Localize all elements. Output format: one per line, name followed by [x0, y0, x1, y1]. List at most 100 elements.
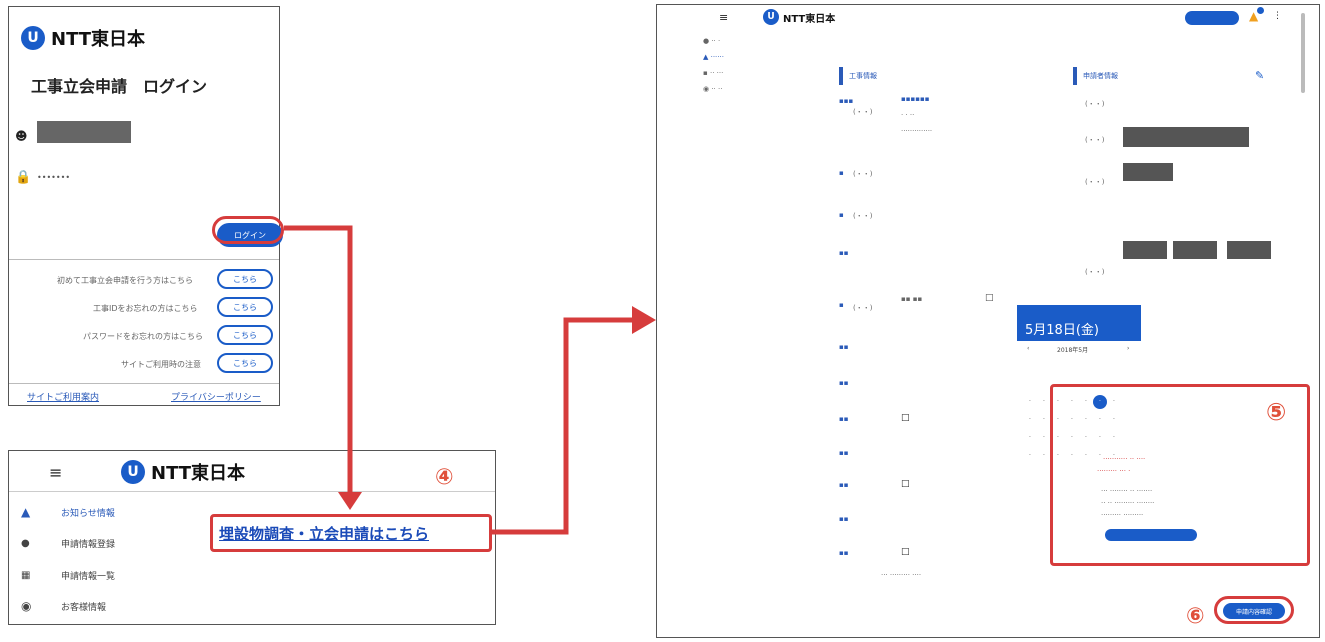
calendar-icon[interactable]: □	[901, 479, 910, 489]
hamburger-icon[interactable]: ≡	[719, 11, 728, 24]
site-guide-link[interactable]: サイトご利用案内	[27, 390, 99, 403]
login-panel: ᑌ NTT東日本 工事立会申請 ログイン ☻ 🔒 ••••••• ログイン 初め…	[8, 6, 283, 406]
submit-highlight	[1214, 596, 1294, 624]
menu-dots-icon[interactable]: ⋮	[1273, 11, 1282, 21]
arrow-head-right	[632, 306, 656, 334]
required-badge: (・・)	[853, 304, 873, 312]
ntt-logo-icon: ᑌ	[121, 460, 145, 484]
redacted-field	[1123, 241, 1167, 259]
field-label: ▪▪	[839, 449, 849, 457]
section-title-work: 工事情報	[849, 72, 877, 80]
step-4-label: ④	[435, 465, 454, 490]
nav-item-label: お知らせ情報	[61, 508, 115, 519]
forgot-id-button[interactable]: こちら	[217, 297, 273, 317]
redacted-field	[1173, 241, 1217, 259]
field-label: ▪	[839, 211, 844, 219]
field-label: ▪▪	[839, 379, 849, 387]
page-title: 工事立会申請 ログイン	[31, 77, 208, 96]
section-marker	[839, 67, 843, 85]
footer-note: ··· ········· ····	[881, 571, 922, 579]
account-icon: ◉	[21, 599, 32, 613]
register-icon: ●	[21, 538, 30, 549]
side-nav-item[interactable]: ◉ ·· ··	[703, 85, 722, 93]
field-label: ▪▪	[839, 515, 849, 523]
ntt-logo-icon: ᑌ	[21, 26, 45, 50]
ntt-logo: ᑌ NTT東日本	[21, 25, 145, 51]
date-picker-selected-date: 5月18日(金)	[1025, 323, 1099, 338]
required-badge: (・・)	[1085, 136, 1105, 144]
side-nav-item[interactable]: ▲ ······	[703, 53, 724, 61]
user-id-field[interactable]	[37, 121, 131, 143]
calendar-icon[interactable]: □	[901, 413, 910, 423]
edit-icon[interactable]: ✎	[1255, 69, 1264, 82]
field-value: · · ··	[901, 111, 915, 119]
brand-name: NTT東日本	[51, 29, 146, 50]
side-nav-item[interactable]: ▪ ·· ···	[703, 69, 723, 77]
ntt-logo: ᑌ NTT東日本	[121, 459, 245, 485]
field-label: ▪▪	[839, 481, 849, 489]
ntt-logo-icon: ᑌ	[763, 9, 779, 25]
section-marker	[1073, 67, 1077, 85]
ntt-logo: ᑌ NTT東日本	[763, 9, 835, 25]
required-badge: (・・)	[853, 212, 873, 220]
redacted-field	[1123, 163, 1173, 181]
nav-item-customer[interactable]: ◉ お客様情報	[21, 599, 106, 613]
required-badge: (・・)	[1085, 100, 1105, 108]
link-label-forgot-password: パスワードをお忘れの方はこちら	[83, 332, 203, 341]
nav-item-notice[interactable]: ▲ お知らせ情報	[21, 505, 115, 519]
field-label: ▪▪	[839, 549, 849, 557]
field-label: ▪▪	[839, 415, 849, 423]
nav-item-label: お客様情報	[61, 602, 107, 613]
link-label-forgot-id: 工事IDをお忘れの方はこちら	[93, 304, 198, 313]
field-label: ▪▪	[839, 249, 849, 257]
scrollbar[interactable]	[1301, 13, 1305, 93]
link-label-notes: サイトご利用時の注意	[121, 360, 201, 369]
brand-name: NTT東日本	[783, 13, 836, 25]
forgot-password-button[interactable]: こちら	[217, 325, 273, 345]
date-input[interactable]: ▪▪ ▪▪	[901, 295, 922, 303]
divider	[9, 259, 279, 260]
calendar-icon[interactable]: □	[985, 293, 994, 303]
side-nav-item[interactable]: ● ·· ·	[703, 37, 720, 45]
brand-name: NTT東日本	[151, 463, 246, 484]
field-label: ▪	[839, 169, 844, 177]
required-badge: (・・)	[853, 108, 873, 116]
field-value: ··············	[901, 127, 933, 135]
step-5-label: ⑤	[1266, 398, 1287, 426]
notification-badge	[1257, 7, 1264, 14]
menu-divider	[9, 491, 495, 492]
field-value: ▪▪▪▪▪▪	[901, 95, 930, 103]
section-title-applicant: 申請者情報	[1083, 72, 1118, 80]
next-month-icon[interactable]: ›	[1127, 345, 1129, 352]
password-field[interactable]: •••••••	[37, 173, 70, 182]
nav-item-list[interactable]: ▦ 申請情報一覧	[21, 569, 115, 582]
month-label: 2018年5月	[1057, 347, 1089, 354]
notes-button[interactable]: こちら	[217, 353, 273, 373]
field-label: ▪	[839, 301, 844, 309]
list-icon: ▦	[21, 570, 31, 581]
required-badge: (・・)	[1085, 178, 1105, 186]
required-badge: (・・)	[1085, 268, 1105, 276]
prev-month-icon[interactable]: ‹	[1027, 345, 1029, 352]
login-highlight	[212, 216, 284, 244]
field-label: ▪▪▪	[839, 97, 854, 105]
required-badge: (・・)	[853, 170, 873, 178]
redacted-field	[1227, 241, 1271, 259]
calendar-icon[interactable]: □	[901, 547, 910, 557]
date-picker-header: 5月18日(金)	[1017, 305, 1141, 341]
link-highlight	[210, 514, 492, 552]
privacy-policy-link[interactable]: プライバシーポリシー	[171, 390, 261, 403]
footer-divider	[9, 383, 279, 384]
link-label-register: 初めて工事立会申請を行う方はこちら	[57, 276, 193, 285]
register-button[interactable]: こちら	[217, 269, 273, 289]
bell-icon: ▲	[21, 505, 31, 519]
lock-icon: 🔒	[15, 170, 32, 185]
nav-item-register[interactable]: ● 申請情報登録	[21, 537, 115, 550]
field-label: ▪▪	[839, 343, 849, 351]
hamburger-icon[interactable]: ≡	[49, 463, 62, 482]
arrow-menu-to-form	[492, 317, 640, 535]
user-icon: ☻	[15, 129, 28, 143]
account-pill[interactable]	[1185, 11, 1239, 25]
redacted-field	[1123, 127, 1249, 147]
nav-item-label: 申請情報登録	[61, 540, 116, 550]
